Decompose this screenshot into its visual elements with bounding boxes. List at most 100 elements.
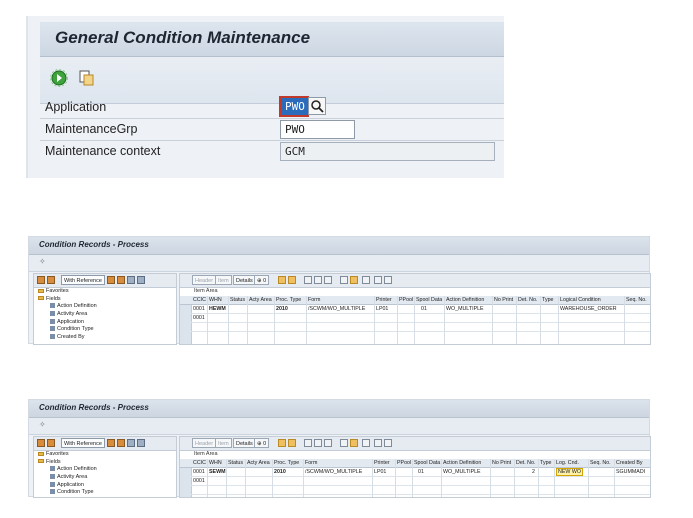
tool-icon[interactable] (278, 276, 286, 284)
column-header[interactable]: WHN (209, 297, 222, 303)
column-header[interactable]: CCIC (193, 460, 206, 466)
tool-icon[interactable] (324, 439, 332, 447)
column-header[interactable]: Det. No. (518, 297, 537, 303)
column-header[interactable]: Printer (376, 297, 392, 303)
column-header[interactable]: WHN (209, 460, 222, 466)
tool-icon[interactable] (384, 276, 392, 284)
log-condition-cell[interactable]: NEW WO (556, 468, 583, 476)
column-header[interactable]: Printer (374, 460, 390, 466)
tool-icon[interactable] (362, 276, 370, 284)
column-header[interactable]: Acty Area (247, 460, 270, 466)
details-button[interactable]: Details (233, 438, 256, 448)
copy-icon[interactable] (78, 69, 96, 87)
column-header[interactable]: Logical Condition (560, 297, 601, 303)
column-header[interactable]: No Print (494, 297, 513, 303)
table-row[interactable]: 0001 HEWM 2010 /SCWM/WO_MULTIPLE LP01 01… (180, 305, 650, 314)
settings-glyph-icon[interactable]: ✧ (39, 420, 46, 429)
table-row[interactable]: 0001 (180, 477, 650, 486)
tree-tool-icon[interactable] (117, 439, 125, 447)
table-row[interactable]: 0001 SEWM 2010 /SCWM/WO_MULTIPLE LP01 01… (180, 468, 650, 477)
tree-node-field[interactable]: Condition Type (34, 326, 176, 334)
column-header[interactable]: Seq. No. (590, 460, 611, 466)
add-row-button[interactable]: ⊕ 0 (254, 438, 270, 448)
column-header[interactable]: Proc. Type (274, 460, 299, 466)
column-header[interactable]: PPool (399, 297, 413, 303)
column-header[interactable]: Type (542, 297, 553, 303)
table-row[interactable]: 0001 (180, 314, 650, 323)
item-button[interactable]: Item (215, 275, 232, 285)
column-header[interactable]: Spool Data (416, 297, 442, 303)
settings-glyph-icon[interactable]: ✧ (39, 257, 46, 266)
column-header[interactable]: Status (230, 297, 245, 303)
add-row-button[interactable]: ⊕ 0 (254, 275, 270, 285)
tree-node-field[interactable]: Condition Type (34, 489, 176, 497)
tree-node-field[interactable]: Activity Area (34, 311, 176, 319)
tool-icon[interactable] (304, 439, 312, 447)
tree-node-field[interactable]: Application (34, 319, 176, 327)
search-help-button[interactable] (308, 97, 326, 115)
tree-node-fields[interactable]: Fields (34, 459, 176, 467)
tree-tool-icon[interactable] (137, 276, 145, 284)
column-header[interactable]: Created By (616, 460, 643, 466)
column-header[interactable]: Acty Area (249, 297, 272, 303)
tool-icon[interactable] (288, 276, 296, 284)
with-reference-button[interactable]: With Reference (61, 275, 105, 285)
maintenance-group-field[interactable]: PWO (280, 120, 355, 139)
details-button[interactable]: Details (233, 275, 256, 285)
tool-icon[interactable] (350, 439, 358, 447)
tree-node-favorites[interactable]: Favorites (34, 451, 176, 459)
column-header[interactable]: Spool Data (414, 460, 440, 466)
tree-node-field[interactable]: Created By (34, 334, 176, 342)
header-button[interactable]: Header (192, 275, 217, 285)
item-button[interactable]: Item (215, 438, 232, 448)
tool-icon[interactable] (278, 439, 286, 447)
column-header[interactable]: CCIC (193, 297, 206, 303)
tool-icon[interactable] (314, 439, 322, 447)
expand-icon[interactable] (37, 439, 45, 447)
tree-node-field[interactable]: Application (34, 482, 176, 490)
tool-icon[interactable] (314, 276, 322, 284)
column-header[interactable]: Action Definition (443, 460, 481, 466)
tree-tool-icon[interactable] (137, 439, 145, 447)
tree-node-field[interactable]: Action Definition (34, 466, 176, 474)
column-header[interactable]: Proc. Type (276, 297, 301, 303)
expand-icon[interactable] (37, 276, 45, 284)
column-header[interactable]: Action Definition (446, 297, 484, 303)
table-row[interactable] (180, 486, 650, 495)
column-header[interactable]: Type (540, 460, 551, 466)
tree-tool-icon[interactable] (107, 276, 115, 284)
tool-icon[interactable] (304, 276, 312, 284)
tree-tool-icon[interactable] (127, 439, 135, 447)
collapse-icon[interactable] (47, 276, 55, 284)
collapse-icon[interactable] (47, 439, 55, 447)
tool-icon[interactable] (340, 439, 348, 447)
column-header[interactable]: Seq. No. (626, 297, 647, 303)
tool-icon[interactable] (288, 439, 296, 447)
tree-tool-icon[interactable] (127, 276, 135, 284)
column-header[interactable]: No Print (492, 460, 511, 466)
tool-icon[interactable] (384, 439, 392, 447)
column-header[interactable]: Status (228, 460, 243, 466)
column-header[interactable]: Det. No. (516, 460, 535, 466)
application-field[interactable]: PWO (280, 97, 308, 116)
tool-icon[interactable] (324, 276, 332, 284)
tool-icon[interactable] (350, 276, 358, 284)
column-header[interactable]: Form (308, 297, 320, 303)
tree-node-fields[interactable]: Fields (34, 296, 176, 304)
tree-tool-icon[interactable] (107, 439, 115, 447)
tool-icon[interactable] (362, 439, 370, 447)
tool-icon[interactable] (374, 276, 382, 284)
tree-node-field[interactable]: Activity Area (34, 474, 176, 482)
tree-node-field[interactable]: Action Definition (34, 303, 176, 311)
table-row[interactable] (180, 323, 650, 332)
execute-icon[interactable] (50, 69, 68, 87)
tree-node-favorites[interactable]: Favorites (34, 288, 176, 296)
header-button[interactable]: Header (192, 438, 217, 448)
column-header[interactable]: Log. Cnd. (556, 460, 579, 466)
column-header[interactable]: Form (305, 460, 317, 466)
with-reference-button[interactable]: With Reference (61, 438, 105, 448)
column-header[interactable]: PPool (397, 460, 411, 466)
tool-icon[interactable] (340, 276, 348, 284)
tool-icon[interactable] (374, 439, 382, 447)
tree-tool-icon[interactable] (117, 276, 125, 284)
